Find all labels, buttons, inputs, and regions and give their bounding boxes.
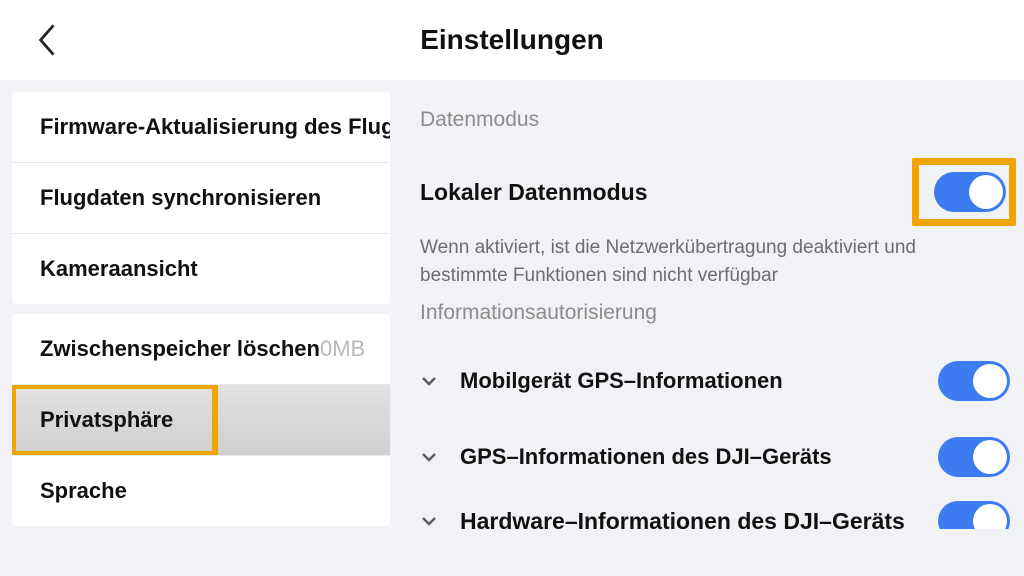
chevron-down-icon [420,512,438,529]
row-dji-hardware-info[interactable]: Hardware–Informationen des DJI–Geräts [418,495,1014,529]
sidebar-item-clear-cache[interactable]: Zwischenspeicher löschen 0MB [12,314,390,384]
sidebar-group-1: Firmware-Aktualisierung des Flug Flugdat… [12,92,390,304]
sidebar-item-label: Sprache [40,478,127,504]
sidebar-item-label: Firmware-Aktualisierung des Flug [40,114,390,140]
toggle-wrap-local-data-mode [930,168,1010,216]
chevron-down-icon [420,448,438,466]
section-header-infoauth: Informationsautorisierung [420,301,1014,325]
body: Firmware-Aktualisierung des Flug Flugdat… [0,80,1024,576]
section-header-datamode: Datenmodus [420,108,1014,132]
sidebar-item-camera-view[interactable]: Kameraansicht [12,233,390,304]
app-header: Einstellungen [0,0,1024,80]
row-dji-gps-info[interactable]: GPS–Informationen des DJI–Geräts [418,419,1014,495]
sidebar-item-sync-flight-data[interactable]: Flugdaten synchronisieren [12,162,390,233]
main-panel: Datenmodus Lokaler Datenmodus Wenn aktiv… [390,80,1024,576]
toggle-dji-gps[interactable] [938,437,1010,477]
cache-size-value: 0MB [320,336,365,362]
sidebar-item-label: Kameraansicht [40,256,198,282]
chevron-down-icon [420,372,438,390]
sidebar: Firmware-Aktualisierung des Flug Flugdat… [0,80,390,576]
sidebar-item-firmware-update[interactable]: Firmware-Aktualisierung des Flug [12,92,390,162]
local-data-mode-description: Wenn aktiviert, ist die Netzwerkübertrag… [420,234,1004,289]
auth-item-label: GPS–Informationen des DJI–Geräts [460,444,832,470]
sidebar-item-label: Zwischenspeicher löschen [40,336,320,362]
toggle-dji-hardware[interactable] [938,501,1010,529]
chevron-left-icon [37,22,59,58]
back-button[interactable] [28,20,68,60]
auth-item-label: Hardware–Informationen des DJI–Geräts [460,508,905,530]
row-left: GPS–Informationen des DJI–Geräts [420,444,832,470]
row-local-data-mode: Lokaler Datenmodus [418,150,1014,234]
page-title: Einstellungen [420,24,604,56]
toggle-mobile-gps[interactable] [938,361,1010,401]
sidebar-group-2: Zwischenspeicher löschen 0MB Privatsphär… [12,314,390,526]
row-left: Hardware–Informationen des DJI–Geräts [420,508,905,530]
toggle-local-data-mode[interactable] [934,172,1006,212]
sidebar-item-language[interactable]: Sprache [12,455,390,526]
auth-item-label: Mobilgerät GPS–Informationen [460,368,783,394]
row-left: Mobilgerät GPS–Informationen [420,368,783,394]
local-data-mode-label: Lokaler Datenmodus [420,179,648,206]
sidebar-item-privacy[interactable]: Privatsphäre [12,384,390,455]
row-mobile-gps-info[interactable]: Mobilgerät GPS–Informationen [418,343,1014,419]
sidebar-item-label: Privatsphäre [40,407,173,433]
sidebar-item-label: Flugdaten synchronisieren [40,185,321,211]
